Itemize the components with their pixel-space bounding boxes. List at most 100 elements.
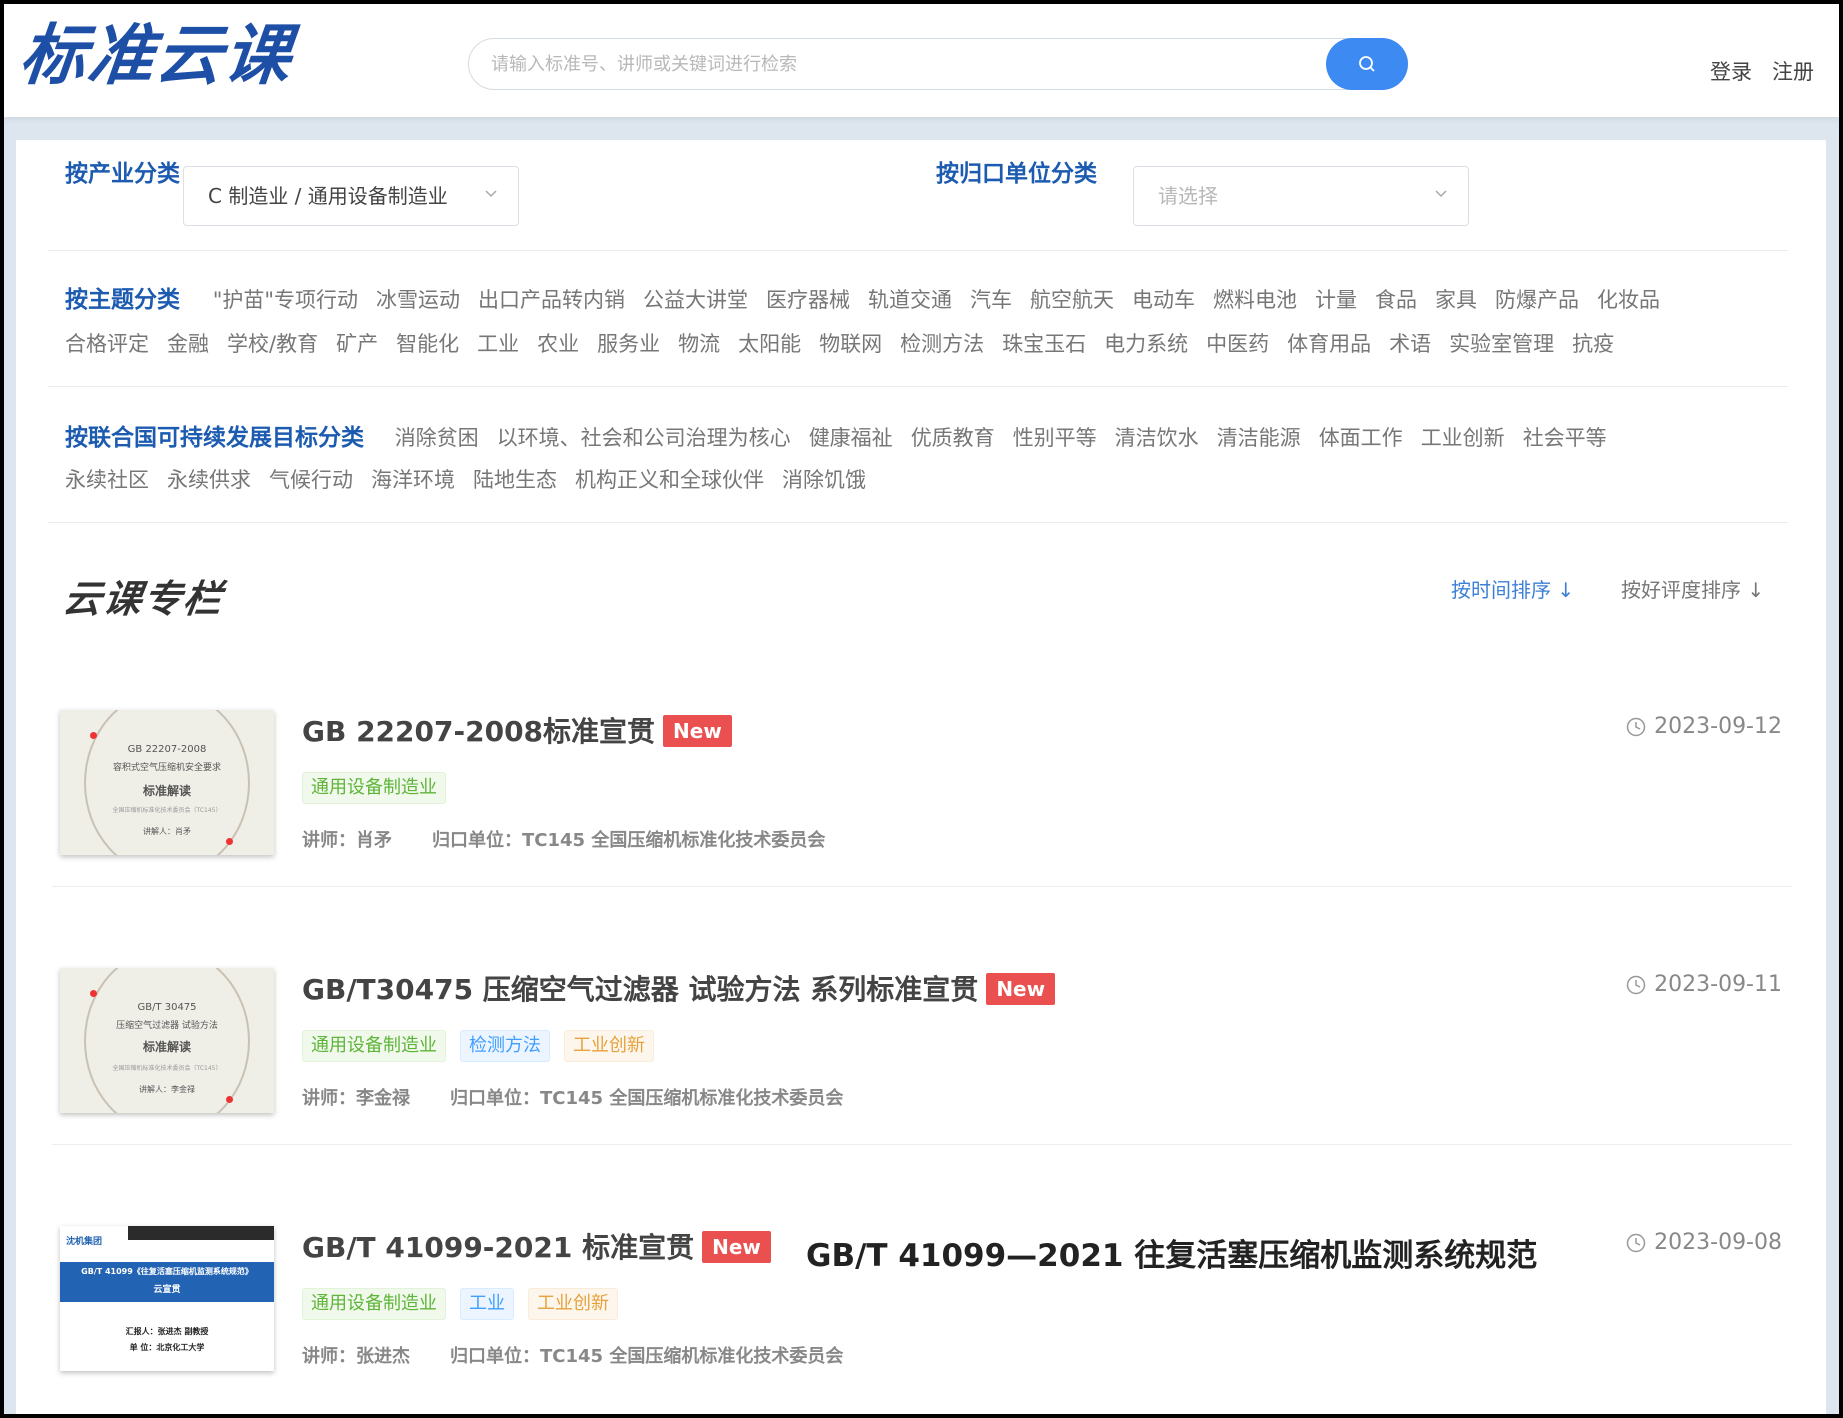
sdg-line-1: 按联合国可持续发展目标分类 消除贫困 以环境、社会和公司治理为核心 健康福祉 优质教育… bbox=[65, 418, 1625, 452]
course-item[interactable]: GB/T 30475 压缩空气过滤器 试验方法 标准解读 全国压缩机标准化技术委… bbox=[52, 968, 1792, 1226]
course-date: 2023-09-12 bbox=[1626, 714, 1782, 739]
topic-tag[interactable]: 食品 bbox=[1375, 284, 1417, 314]
topic-tag[interactable]: 珠宝玉石 bbox=[1002, 328, 1086, 358]
course-tag[interactable]: 检测方法 bbox=[460, 1030, 550, 1062]
topic-tag[interactable]: 合格评定 bbox=[65, 328, 149, 358]
topic-tag[interactable]: 家具 bbox=[1435, 284, 1477, 314]
course-title[interactable]: GB/T30475 压缩空气过滤器 试验方法 系列标准宣贯 New bbox=[302, 968, 1056, 1008]
thumb-line-2: 云宣贯 bbox=[153, 1285, 181, 1295]
sdg-list-1: 消除贫困 以环境、社会和公司治理为核心 健康福祉 优质教育 性别平等 清洁饮水 清洁能源 体面… bbox=[395, 426, 1625, 450]
topic-tag[interactable]: 航空航天 bbox=[1030, 284, 1114, 314]
topic-tag[interactable]: 工业 bbox=[477, 328, 519, 358]
sdg-tag[interactable]: 性别平等 bbox=[1013, 422, 1097, 452]
topic-tag[interactable]: 学校/教育 bbox=[227, 328, 318, 358]
search-button[interactable] bbox=[1326, 38, 1408, 90]
sdg-tag[interactable]: 消除饥饿 bbox=[782, 464, 866, 494]
sdg-tag[interactable]: 海洋环境 bbox=[371, 464, 455, 494]
course-unit: 归口单位：TC145 全国压缩机标准化技术委员会 bbox=[432, 830, 826, 851]
sdg-tag[interactable]: 气候行动 bbox=[269, 464, 353, 494]
divider bbox=[48, 386, 1788, 387]
topic-tag[interactable]: 燃料电池 bbox=[1213, 284, 1297, 314]
course-title-text[interactable]: GB/T30475 压缩空气过滤器 试验方法 系列标准宣贯 bbox=[302, 973, 978, 1006]
topic-tag[interactable]: 太阳能 bbox=[738, 328, 801, 358]
topic-tag[interactable]: 电动车 bbox=[1132, 284, 1195, 314]
thumb-line-2: 压缩空气过滤器 试验方法 bbox=[116, 1021, 218, 1031]
sdg-tag[interactable]: 健康福祉 bbox=[809, 422, 893, 452]
course-date: 2023-09-11 bbox=[1626, 972, 1782, 997]
course-thumbnail[interactable]: GB/T 30475 压缩空气过滤器 试验方法 标准解读 全国压缩机标准化技术委… bbox=[60, 968, 274, 1113]
topic-tag[interactable]: 医疗器械 bbox=[766, 284, 850, 314]
topic-tag[interactable]: 体育用品 bbox=[1287, 328, 1371, 358]
course-item[interactable]: 沈机集团 GB/T 41099《往复活塞压缩机监测系统规范》 云宣贯 汇报人：张… bbox=[52, 1226, 1792, 1414]
course-date-text: 2023-09-12 bbox=[1654, 714, 1782, 739]
site-logo[interactable]: 标准云课 bbox=[16, 17, 296, 94]
course-date-text: 2023-09-08 bbox=[1654, 1230, 1782, 1255]
sdg-tag[interactable]: 体面工作 bbox=[1319, 422, 1403, 452]
sdg-tag[interactable]: 陆地生态 bbox=[473, 464, 557, 494]
search-input[interactable] bbox=[491, 39, 1271, 89]
topic-tag[interactable]: 矿产 bbox=[336, 328, 378, 358]
chevron-down-icon bbox=[1435, 190, 1447, 198]
thumb-line-4: 全国压缩机标准化技术委员会（TC145） bbox=[112, 1065, 222, 1072]
topic-tag[interactable]: 农业 bbox=[537, 328, 579, 358]
login-link[interactable]: 登录 bbox=[1710, 56, 1752, 86]
topic-tag[interactable]: 电力系统 bbox=[1104, 328, 1188, 358]
topic-tag[interactable]: 抗疫 bbox=[1572, 328, 1614, 358]
course-tag[interactable]: 通用设备制造业 bbox=[302, 772, 446, 804]
register-link[interactable]: 注册 bbox=[1772, 56, 1814, 86]
course-thumbnail[interactable]: 沈机集团 GB/T 41099《往复活塞压缩机监测系统规范》 云宣贯 汇报人：张… bbox=[60, 1226, 274, 1371]
course-title[interactable]: GB 22207-2008标准宣贯 New bbox=[302, 710, 732, 750]
sdg-tag[interactable]: 机构正义和全球伙伴 bbox=[575, 464, 764, 494]
course-tag[interactable]: 通用设备制造业 bbox=[302, 1288, 446, 1320]
course-tag[interactable]: 工业创新 bbox=[528, 1288, 618, 1320]
sdg-tag[interactable]: 社会平等 bbox=[1523, 422, 1607, 452]
sdg-tag[interactable]: 以环境、社会和公司治理为核心 bbox=[497, 422, 791, 452]
sdg-tag[interactable]: 消除贫困 bbox=[395, 422, 479, 452]
course-lecturer: 讲师：肖矛 bbox=[302, 830, 392, 851]
topic-tag[interactable]: 公益大讲堂 bbox=[643, 284, 748, 314]
topic-tag[interactable]: 计量 bbox=[1315, 284, 1357, 314]
sort-by-rating[interactable]: 按好评度排序 ↓ bbox=[1621, 574, 1764, 603]
thumb-line-5: 讲解人：李金禄 bbox=[139, 1085, 195, 1094]
course-tag[interactable]: 工业 bbox=[460, 1288, 514, 1320]
thumb-line-3: 汇报人：张进杰 副教授 bbox=[125, 1327, 209, 1336]
thumb-line-3: 标准解读 bbox=[142, 1040, 191, 1054]
course-title-text[interactable]: GB/T 41099-2021 标准宣贯 bbox=[302, 1231, 694, 1264]
topic-tag[interactable]: 物流 bbox=[678, 328, 720, 358]
topic-tag[interactable]: 智能化 bbox=[396, 328, 459, 358]
topic-tag[interactable]: 检测方法 bbox=[900, 328, 984, 358]
course-title[interactable]: GB/T 41099-2021 标准宣贯 New bbox=[302, 1226, 771, 1266]
topic-tag[interactable]: 中医药 bbox=[1206, 328, 1269, 358]
sdg-tag[interactable]: 清洁饮水 bbox=[1115, 422, 1199, 452]
sdg-tag[interactable]: 永续供求 bbox=[167, 464, 251, 494]
topic-tag[interactable]: 防爆产品 bbox=[1495, 284, 1579, 314]
sdg-tag[interactable]: 清洁能源 bbox=[1217, 422, 1301, 452]
sdg-tag[interactable]: 工业创新 bbox=[1421, 422, 1505, 452]
sdg-tag[interactable]: 优质教育 bbox=[911, 422, 995, 452]
industry-select[interactable]: C 制造业 / 通用设备制造业 bbox=[183, 166, 519, 226]
main-panel: 按产业分类 C 制造业 / 通用设备制造业 按归口单位分类 请选择 按主题分类 … bbox=[16, 140, 1826, 1414]
topic-tag[interactable]: 物联网 bbox=[819, 328, 882, 358]
course-tag[interactable]: 通用设备制造业 bbox=[302, 1030, 446, 1062]
topic-tag[interactable]: "护苗"专项行动 bbox=[213, 284, 358, 314]
divider bbox=[48, 250, 1788, 251]
topic-tag[interactable]: 轨道交通 bbox=[868, 284, 952, 314]
thumb-line-1: GB/T 30475 bbox=[137, 1002, 197, 1013]
topic-tag[interactable]: 化妆品 bbox=[1597, 284, 1660, 314]
course-title-text[interactable]: GB 22207-2008标准宣贯 bbox=[302, 715, 655, 748]
topic-tag[interactable]: 冰雪运动 bbox=[376, 284, 460, 314]
sort-by-time[interactable]: 按时间排序 ↓ bbox=[1451, 574, 1574, 603]
topic-tag[interactable]: 出口产品转内销 bbox=[478, 284, 625, 314]
topic-tag[interactable]: 金融 bbox=[167, 328, 209, 358]
topic-tag[interactable]: 实验室管理 bbox=[1449, 328, 1554, 358]
sdg-tag[interactable]: 永续社区 bbox=[65, 464, 149, 494]
topic-tag[interactable]: 汽车 bbox=[970, 284, 1012, 314]
topic-tag[interactable]: 服务业 bbox=[597, 328, 660, 358]
page-frame: 标准云课 登录 注册 按产业分类 C 制造业 / 通用设备制造业 按归口单位分类… bbox=[4, 4, 1839, 1414]
unit-select[interactable]: 请选择 bbox=[1133, 166, 1469, 226]
course-tag[interactable]: 工业创新 bbox=[564, 1030, 654, 1062]
course-item[interactable]: GB 22207-2008 容积式空气压缩机安全要求 标准解读 全国压缩机标准化… bbox=[52, 710, 1792, 968]
clock-icon bbox=[1626, 1233, 1646, 1252]
topic-tag[interactable]: 术语 bbox=[1389, 328, 1431, 358]
course-thumbnail[interactable]: GB 22207-2008 容积式空气压缩机安全要求 标准解读 全国压缩机标准化… bbox=[60, 710, 274, 855]
